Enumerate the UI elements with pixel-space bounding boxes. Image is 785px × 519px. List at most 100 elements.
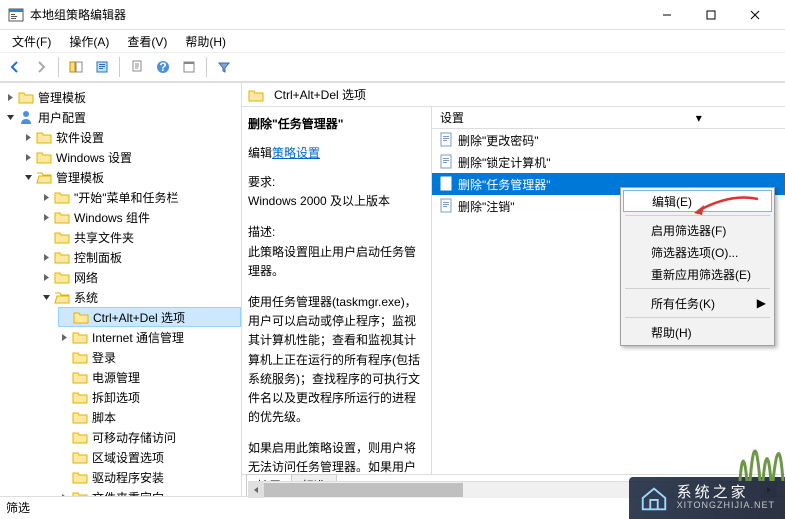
forward-button[interactable] (30, 56, 52, 78)
tree-logon[interactable]: 登录 (58, 347, 241, 367)
detail-pane: 删除"任务管理器" 编辑策略设置 要求: Windows 2000 及以上版本 … (242, 107, 432, 474)
tree-locale[interactable]: 区域设置选项 (58, 447, 241, 467)
tree-power-mgmt[interactable]: 电源管理 (58, 367, 241, 387)
menu-view[interactable]: 查看(V) (119, 31, 175, 52)
folder-icon (54, 190, 70, 204)
tree-folder-redirect[interactable]: 文件夹重定向 (58, 487, 241, 496)
tree-network[interactable]: 网络 (40, 267, 241, 287)
column-header-setting[interactable]: 设置 (440, 109, 613, 126)
ctx-all-tasks[interactable]: 所有任务(K) ▶ (623, 292, 772, 314)
tree-ctrl-alt-del[interactable]: Ctrl+Alt+Del 选项 (58, 307, 241, 327)
maximize-button[interactable] (689, 1, 733, 29)
ctx-filter-options[interactable]: 筛选器选项(O)... (623, 241, 772, 263)
tree-label: 管理模板 (38, 89, 86, 106)
folder-open-icon (36, 170, 52, 184)
desc-text-1: 此策略设置阻止用户启动任务管理器。 (248, 243, 425, 281)
tree-label: Windows 设置 (56, 149, 132, 166)
menu-file[interactable]: 文件(F) (4, 31, 59, 52)
export-button[interactable] (126, 56, 148, 78)
expand-icon[interactable] (40, 211, 52, 223)
expand-icon[interactable] (40, 191, 52, 203)
folder-icon (72, 430, 88, 444)
properties-button[interactable] (91, 56, 113, 78)
ctx-help[interactable]: 帮助(H) (623, 321, 772, 343)
tree-windows-settings[interactable]: Windows 设置 (22, 147, 241, 167)
right-header-path: Ctrl+Alt+Del 选项 (274, 86, 366, 103)
tree-removal-opts[interactable]: 拆卸选项 (58, 387, 241, 407)
tree-admin-templates[interactable]: 管理模板 (22, 167, 241, 187)
menu-help[interactable]: 帮助(H) (177, 31, 234, 52)
tree-label: 可移动存储访问 (92, 429, 176, 446)
collapse-icon[interactable] (4, 111, 16, 123)
ctx-edit-label: 编辑(E) (652, 193, 692, 210)
filter-button[interactable] (213, 56, 235, 78)
menu-action[interactable]: 操作(A) (61, 31, 117, 52)
ctx-edit[interactable]: 编辑(E) (623, 190, 772, 212)
folder-icon (72, 490, 88, 496)
list-item-label: 删除"锁定计算机" (458, 154, 551, 171)
tree-start-menu[interactable]: "开始"菜单和任务栏 (40, 187, 241, 207)
folder-icon (54, 230, 70, 244)
scroll-right-button[interactable] (761, 482, 777, 498)
help-button[interactable]: ? (152, 56, 174, 78)
list-item-label: 删除"任务管理器" (458, 176, 551, 193)
desc-text-3: 如果启用此策略设置，则用户将无法访问任务管理器。如果用户尝试启动任务管理器，则将… (248, 439, 425, 474)
tree-pane[interactable]: 管理模板 用户配置 软件设置 Windows 设置 管理模板 "开始"菜单和任务… (0, 83, 242, 496)
tree-user-config[interactable]: 用户配置 (4, 107, 241, 127)
back-button[interactable] (4, 56, 26, 78)
tree-label: 用户配置 (38, 109, 86, 126)
collapse-icon[interactable] (22, 171, 34, 183)
tree-admin-templates-top[interactable]: 管理模板 (4, 87, 241, 107)
tree-label: 软件设置 (56, 129, 104, 146)
svg-text:?: ? (159, 60, 166, 74)
folder-icon (248, 88, 264, 102)
scroll-track[interactable] (264, 482, 761, 498)
list-row[interactable]: 删除"更改密码" (432, 129, 785, 151)
refresh-button[interactable] (178, 56, 200, 78)
tree-shared-folders[interactable]: 共享文件夹 (40, 227, 241, 247)
submenu-arrow-icon: ▶ (757, 296, 766, 310)
tree-internet-comm[interactable]: Internet 通信管理 (58, 327, 241, 347)
context-menu: 编辑(E) 启用筛选器(F) 筛选器选项(O)... 重新应用筛选器(E) 所有… (620, 187, 775, 346)
list-row[interactable]: 删除"锁定计算机" (432, 151, 785, 173)
tree-driver-install[interactable]: 驱动程序安装 (58, 467, 241, 487)
list-header[interactable]: 设置 ▾ (432, 107, 785, 129)
expand-icon[interactable] (4, 91, 16, 103)
tree-label: 电源管理 (92, 369, 140, 386)
folder-icon (72, 330, 88, 344)
folder-icon (18, 90, 34, 104)
show-hide-tree-button[interactable] (65, 56, 87, 78)
expand-icon[interactable] (58, 331, 70, 343)
tree-label: 管理模板 (56, 169, 104, 186)
ctx-enable-filter[interactable]: 启用筛选器(F) (623, 219, 772, 241)
tree-software-settings[interactable]: 软件设置 (22, 127, 241, 147)
expand-icon[interactable] (40, 251, 52, 263)
expand-icon[interactable] (22, 151, 34, 163)
tree-label: 文件夹重定向 (92, 489, 164, 497)
tree-scripts[interactable]: 脚本 (58, 407, 241, 427)
ctx-label: 启用筛选器(F) (651, 222, 726, 239)
ctx-label: 帮助(H) (651, 324, 692, 341)
scroll-thumb[interactable] (264, 483, 463, 497)
close-button[interactable] (733, 1, 777, 29)
edit-policy-link[interactable]: 策略设置 (272, 146, 320, 160)
folder-icon (72, 390, 88, 404)
expand-icon[interactable] (58, 491, 70, 496)
ctx-label: 所有任务(K) (651, 295, 715, 312)
tree-removable-storage[interactable]: 可移动存储访问 (58, 427, 241, 447)
folder-icon (72, 370, 88, 384)
tree-system[interactable]: 系统 (40, 287, 241, 307)
ctx-reapply-filter[interactable]: 重新应用筛选器(E) (623, 263, 772, 285)
desc-label: 描述: (248, 223, 425, 242)
horizontal-scrollbar[interactable] (248, 481, 777, 497)
expand-icon[interactable] (40, 271, 52, 283)
scroll-left-button[interactable] (248, 482, 264, 498)
folder-icon (36, 130, 52, 144)
folder-icon (36, 150, 52, 164)
desc-text-2: 使用任务管理器(taskmgr.exe)，用户可以启动或停止程序；监视其计算机性… (248, 293, 425, 427)
collapse-icon[interactable] (40, 291, 52, 303)
minimize-button[interactable] (645, 1, 689, 29)
expand-icon[interactable] (22, 131, 34, 143)
tree-control-panel[interactable]: 控制面板 (40, 247, 241, 267)
tree-windows-components[interactable]: Windows 组件 (40, 207, 241, 227)
